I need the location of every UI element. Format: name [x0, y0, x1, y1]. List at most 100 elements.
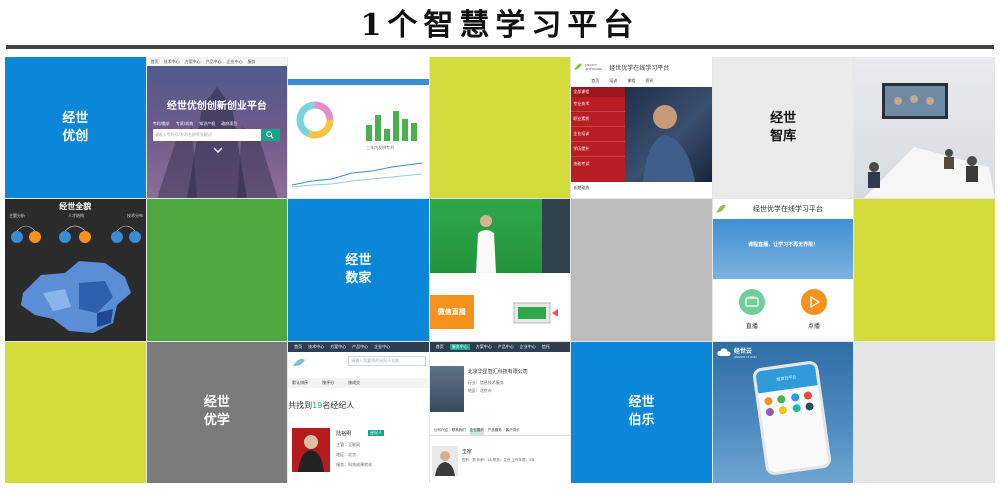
nav-item[interactable]: 产品中心	[498, 344, 514, 350]
nav-item[interactable]: 服务中心	[449, 343, 470, 350]
nav-item[interactable]: 技术中心	[164, 59, 180, 65]
search-button[interactable]	[260, 129, 280, 141]
menu-item[interactable]: 学历提升	[571, 142, 626, 157]
leaf-logo-icon	[716, 205, 726, 213]
tile-live-broadcast-screenshot[interactable]: 微信直播	[429, 199, 571, 341]
line-chart	[292, 162, 423, 188]
broker-photo[interactable]	[292, 427, 331, 472]
nav-item[interactable]: 方案中心	[476, 344, 492, 350]
profile-tab[interactable]: 公司介绍	[434, 428, 448, 435]
nav-item[interactable]: 企业中心	[520, 344, 536, 350]
tile-jingshi-zhiku[interactable]: 经世 智库	[712, 57, 854, 199]
tile-label-line1: 经世	[203, 395, 230, 411]
chevron-down-icon[interactable]	[213, 147, 223, 153]
nav-item[interactable]: 首页	[151, 59, 159, 65]
hero-title: 经世优创创新创业平台	[166, 101, 267, 112]
presenter-figure	[475, 199, 571, 274]
vod-button[interactable]: 点播	[799, 289, 829, 330]
nav-item[interactable]: 技术中心	[308, 344, 324, 350]
platform-header: JINGSHI ZHIHUIJING 经世优学在线学习平台	[571, 57, 712, 77]
menu-item[interactable]: 企业培训	[571, 127, 626, 142]
contact-name: 王家	[461, 448, 472, 455]
nav-item[interactable]: 产品中心	[352, 344, 368, 350]
sort-option[interactable]: 按成交	[348, 380, 360, 386]
app-icon[interactable]	[776, 394, 786, 404]
green-screen-studio	[429, 199, 571, 274]
app-icon[interactable]	[791, 403, 801, 413]
tile-broker-search-screenshot[interactable]: 首页 技术中心 方案中心 产品中心 企业中心 请输入您要找的经纪人名称 默认排序…	[288, 341, 429, 483]
app-icon[interactable]	[778, 405, 788, 415]
result-prefix: 共找到	[288, 400, 313, 410]
cloud-label: 经世云	[733, 347, 752, 355]
menu-item[interactable]: 职业素质	[571, 112, 626, 127]
tile-grid: 经世 优创 首页 技术中心 方案中心 产品中心 企业中心 服务 经世优创创新创业平…	[5, 57, 995, 483]
nav-item[interactable]: 企业中心	[374, 344, 390, 350]
live-button[interactable]: 直播	[737, 289, 767, 330]
nav-item[interactable]: 信托	[542, 344, 550, 350]
tile-company-profile-screenshot[interactable]: 首页 服务中心 方案中心 产品中心 企业中心 信托 北京华星智汇科技有限公司 行…	[429, 341, 571, 483]
tile-innovation-platform-screenshot[interactable]: 首页 技术中心 方案中心 产品中心 企业中心 服务 经世优创创新创业平台 专利/…	[146, 57, 288, 199]
tile-meeting-room-photo	[854, 57, 995, 199]
tile-jingshi-youchuang[interactable]: 经世 优创	[5, 57, 146, 199]
profile-tab[interactable]: 产品服务	[488, 428, 502, 435]
menu-item[interactable]: 专业技术	[571, 97, 626, 112]
tab-item[interactable]: 课程	[627, 78, 635, 85]
tile-jingshi-shujia[interactable]: 经世 数家	[288, 199, 429, 341]
result-count: 共找到19名经纪人	[288, 400, 354, 411]
tab-item[interactable]: 资讯	[645, 78, 653, 85]
app-icon[interactable]	[765, 407, 775, 417]
app-icon[interactable]	[803, 390, 813, 400]
tile-online-learning-screenshot[interactable]: JINGSHI ZHIHUIJING 经世优学在线学习平台 首页 培训 课程 资…	[571, 57, 712, 199]
profile-tabs: 公司介绍 联系我们 企业展示 产品服务 客户评价	[429, 427, 571, 436]
profile-tab[interactable]: 客户评价	[506, 428, 520, 435]
nav-item[interactable]: 方案中心	[330, 344, 346, 350]
tile-analytics-dashboard-screenshot[interactable]: 三年内发明专利	[288, 57, 429, 199]
platform-header: 经世优学在线学习平台	[713, 199, 854, 219]
broker-name[interactable]: 陆裕明	[336, 430, 351, 437]
tile-jingshi-bole[interactable]: 经世 伯乐	[571, 341, 712, 483]
tile-panorama-map-screenshot[interactable]: 经世全貌 主题分析 人才结构 技术分布	[5, 199, 146, 341]
search-tab[interactable]: 专利/需求	[153, 121, 170, 127]
wechat-live-badge[interactable]: 微信直播	[429, 295, 474, 330]
nav-item[interactable]: 服务	[248, 59, 256, 65]
donut-chart	[296, 101, 334, 139]
company-name[interactable]: 北京华星智汇科技有限公司	[468, 368, 528, 375]
app-icon[interactable]	[804, 401, 814, 411]
tile-label: 经世 优创	[62, 110, 88, 146]
tab-item[interactable]: 培训	[609, 78, 617, 85]
nav-item[interactable]: 首页	[436, 344, 444, 350]
nav-item[interactable]: 首页	[294, 344, 302, 350]
profile-tab[interactable]: 联系我们	[452, 428, 466, 435]
bar-chart	[366, 111, 418, 141]
brand-logo-icon	[293, 358, 306, 366]
contact-line: 性别：男 年龄：28 职务：主任 工作年限：5年	[461, 457, 535, 462]
profile-tab[interactable]: 企业展示	[469, 427, 484, 435]
nav-item[interactable]: 企业中心	[227, 59, 243, 65]
tile-jingshi-youxue[interactable]: 经世 优学	[146, 341, 288, 483]
app-icon[interactable]	[789, 392, 800, 402]
tile-green	[146, 199, 288, 341]
chart-label: 三年内发明专利	[366, 145, 395, 150]
sort-option[interactable]: 默认排序	[292, 380, 308, 386]
search-tab[interactable]: 专家/机构	[176, 121, 193, 127]
search-input[interactable]: 请输入专利号/发明名称等关键词	[152, 129, 261, 141]
search-icon	[266, 131, 274, 139]
search-tab[interactable]: 政府项目	[221, 121, 237, 127]
person-avatar-icon	[434, 450, 455, 476]
sort-option[interactable]: 按评分	[322, 380, 334, 386]
broker-line: 主管：互联网	[336, 441, 361, 447]
tab-item[interactable]: 首页	[591, 78, 599, 85]
cloud-brand: 经世云 JINGSHI CLOUD	[717, 346, 757, 359]
search-input[interactable]: 请输入您要找的经纪人名称	[348, 355, 427, 366]
nav-item[interactable]: 方案中心	[185, 59, 201, 65]
tile-learning-mobile-screenshot[interactable]: 经世优学在线学习平台 课程直播，让学习不再无界限！ 直播 点播	[712, 199, 854, 341]
search-tab[interactable]: 知识产权	[199, 121, 215, 127]
result-number: 19	[312, 400, 323, 410]
tile-cloud-app-photo[interactable]: 经世云 JINGSHI CLOUD 经世云平台	[712, 341, 854, 483]
app-icon[interactable]	[763, 396, 773, 406]
menu-item[interactable]: 技能考试	[571, 157, 625, 171]
nav-item[interactable]: 产品中心	[206, 59, 222, 65]
panorama-header: 经世全貌	[59, 202, 92, 212]
hero-photo	[625, 87, 712, 182]
result-suffix: 名经纪人	[322, 400, 355, 410]
